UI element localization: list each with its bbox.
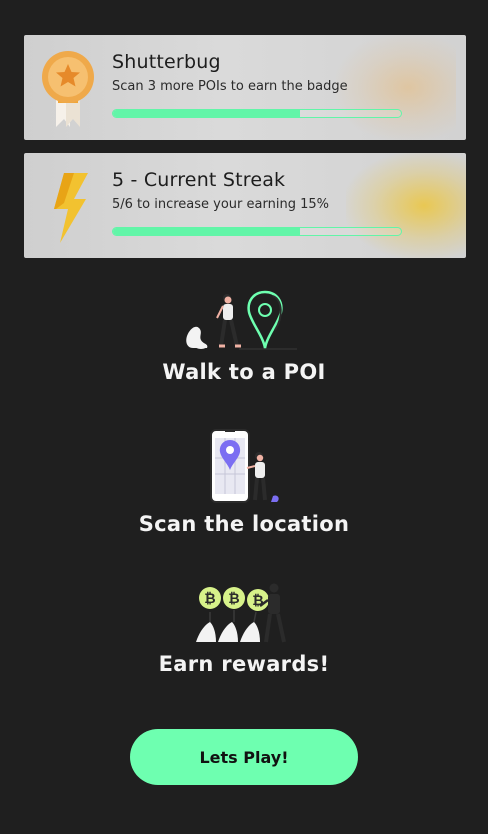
phone-scan-location-icon	[0, 428, 488, 504]
card-subtitle: Scan 3 more POIs to earn the badge	[112, 79, 348, 94]
progress-fill	[113, 228, 301, 235]
walking-person-map-pin-icon	[0, 290, 488, 352]
card-subtitle: 5/6 to increase your earning 15%	[112, 197, 329, 212]
medal-icon	[38, 45, 98, 131]
progress-bar	[112, 109, 402, 118]
svg-text:₿: ₿	[252, 593, 263, 609]
progress-bar	[112, 227, 402, 236]
badge-card: Shutterbug Scan 3 more POIs to earn the …	[24, 35, 466, 140]
streak-card: 5 - Current Streak 5/6 to increase your …	[24, 153, 466, 258]
svg-text:₿: ₿	[204, 591, 215, 607]
card-glow	[346, 153, 466, 258]
step-label: Walk to a POI	[162, 360, 326, 384]
lightning-bolt-icon	[38, 163, 98, 249]
step-label: Earn rewards!	[158, 652, 330, 676]
step-earn: ₿ ₿ ₿ Earn rewards!	[0, 580, 488, 676]
step-label: Scan the location	[138, 512, 350, 536]
bitcoin-rewards-icon: ₿ ₿ ₿	[0, 580, 488, 646]
svg-text:₿: ₿	[228, 591, 239, 607]
step-scan: Scan the location	[0, 428, 488, 536]
step-walk: Walk to a POI	[0, 290, 488, 384]
card-title: Shutterbug	[112, 51, 221, 73]
progress-fill	[113, 110, 301, 117]
lets-play-button[interactable]: Lets Play!	[130, 729, 358, 785]
card-glow	[336, 35, 456, 140]
card-title: 5 - Current Streak	[112, 169, 286, 191]
